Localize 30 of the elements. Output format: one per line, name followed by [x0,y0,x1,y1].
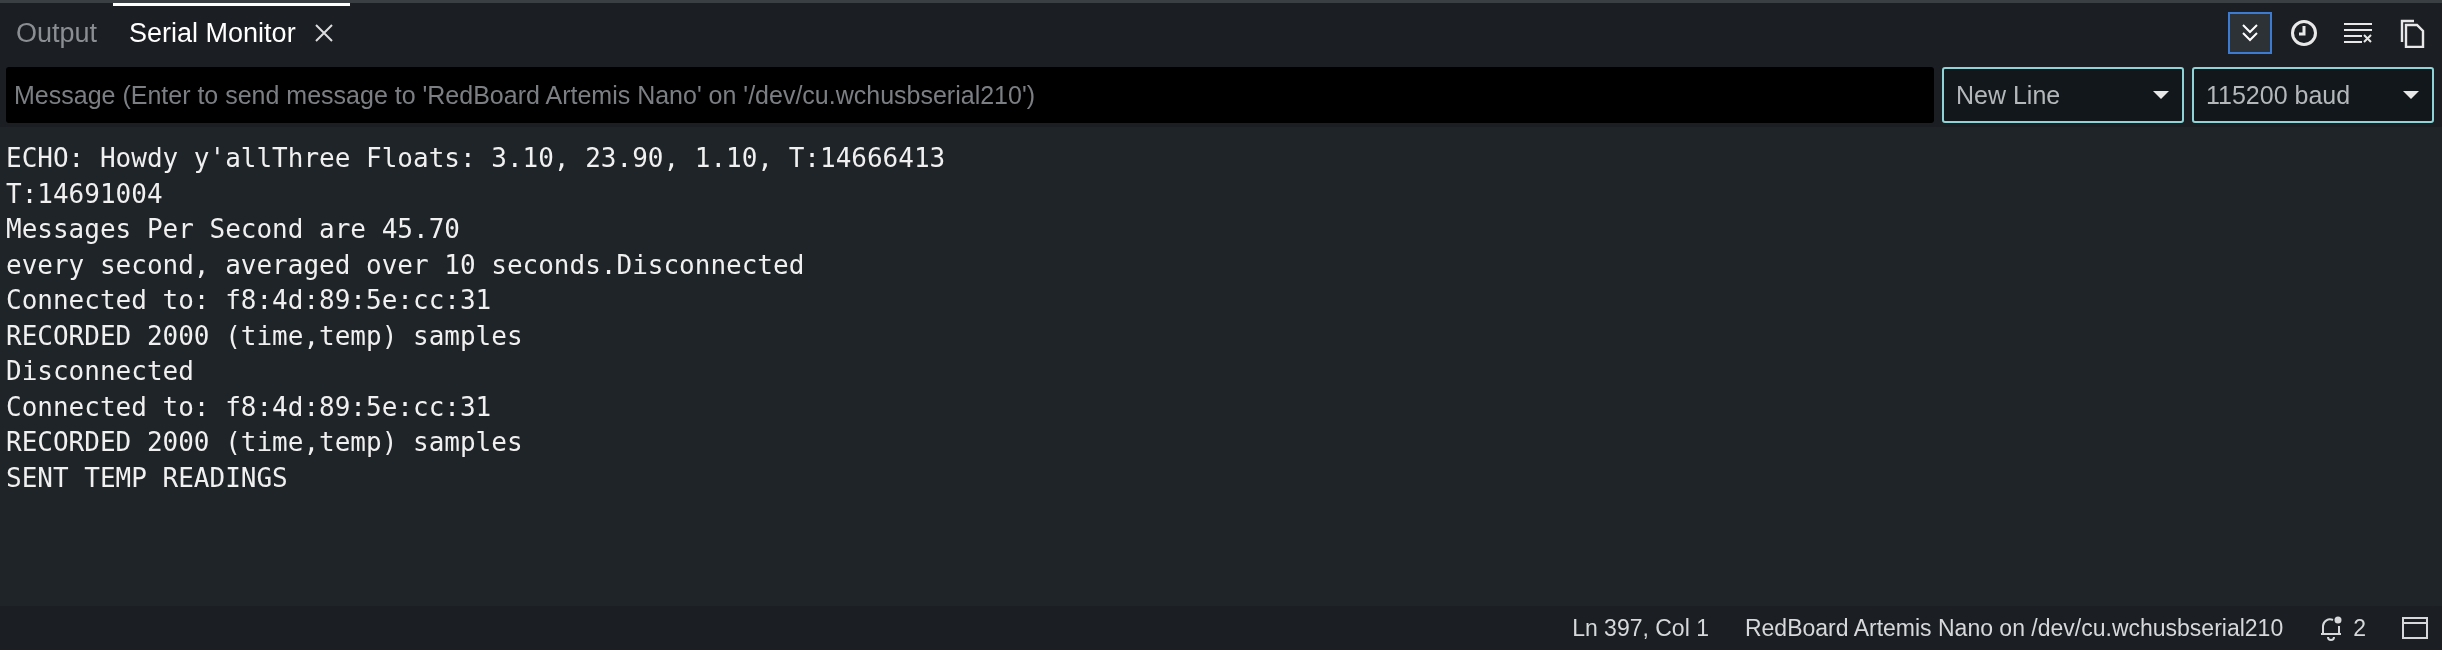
panel-icon[interactable] [2402,617,2428,639]
tab-label: Output [16,17,98,49]
clear-lines-icon [2343,21,2373,45]
autoscroll-button[interactable] [2228,12,2272,54]
tab-label: Serial Monitor [129,17,296,49]
board-status[interactable]: RedBoard Artemis Nano on /dev/cu.wchusbserial210 [1744,614,2284,642]
output-line: Connected to: f8:4d:89:5e:cc:31 [6,390,493,424]
output-line: Messages Per Second are 45.70 [6,213,461,246]
tab[interactable]: Output [0,3,114,63]
close-icon[interactable] [313,23,334,43]
output-line: ECHO: Howdy y'allThree Floats: 3.10, 23.90, 1.10, T:14666413 [6,142,947,175]
caret-icon [2402,90,2420,100]
copy-icon [2399,18,2425,48]
output-line: Disconnected [6,355,195,388]
output-line: Connected to: f8:4d:89:5e:cc:31 [6,284,493,317]
cursor-position[interactable]: Ln 397, Col 1 [1572,614,1709,642]
line-ending-dropdown[interactable]: New Line [1942,67,2184,123]
double-chevron-icon [2239,22,2261,44]
baud-rate-dropdown[interactable]: 115200 baud [2192,67,2434,123]
tab[interactable]: Serial Monitor [113,3,350,63]
output-line: RECORDED 2000 (time,temp) samples [6,319,524,353]
clock-icon [2290,19,2318,47]
notification-count: 2 [2353,614,2366,642]
output-line: RECORDED 2000 (time,temp) samples [6,426,524,459]
output-line: T:14691004 [6,177,164,211]
output-line: every second, averaged over 10 seconds.Disconnected [6,248,806,282]
output-line: SENT TEMP READINGS [6,461,289,495]
caret-icon [2152,90,2170,100]
message-field[interactable]: Message (Enter to send message to 'RedBoard Artemis Nano' on '/dev/cu.wchusbserial210') [6,67,1934,123]
bell-icon[interactable] [2319,615,2344,641]
